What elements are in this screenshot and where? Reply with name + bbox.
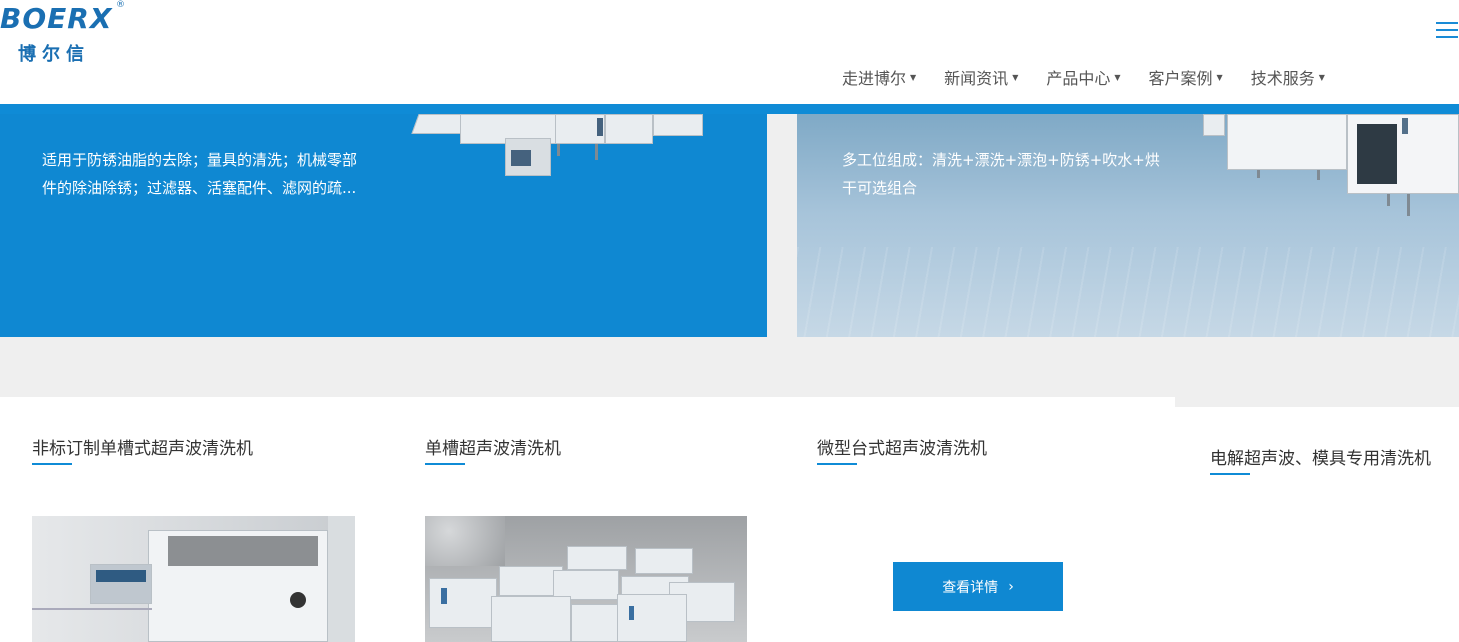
hamburger-menu-icon[interactable] xyxy=(1436,20,1459,40)
caret-down-icon: ▼ xyxy=(1012,72,1019,82)
caret-down-icon: ▼ xyxy=(1318,72,1325,82)
nav-item-label: 技术服务 xyxy=(1250,69,1315,88)
view-details-button[interactable]: 查看详情 › xyxy=(893,562,1063,611)
caret-down-icon: ▼ xyxy=(1114,72,1121,82)
view-details-label: 查看详情 xyxy=(942,579,999,596)
nav-item-label: 客户案例 xyxy=(1148,69,1213,88)
panel-right-description-1: 多工位组成：清洗+漂洗+漂泡+防锈+吹水+烘 xyxy=(842,151,1160,169)
nav-item-news[interactable]: 新闻资讯 ▼ xyxy=(944,66,1018,88)
caret-down-icon: ▼ xyxy=(910,72,917,82)
nav-item-cases[interactable]: 客户案例 ▼ xyxy=(1149,66,1223,88)
title-underline xyxy=(32,463,72,465)
hamburger-line xyxy=(1436,22,1458,24)
product-card-4-background xyxy=(1175,407,1459,642)
nav-item-label: 走进博尔 xyxy=(842,69,907,88)
panel-left-description-1: 适用于防锈油脂的去除；量具的清洗；机械零部 xyxy=(42,151,358,169)
feature-panel-right[interactable]: 多工位组成：清洗+漂洗+漂泡+防锈+吹水+烘 干可选组合 xyxy=(797,114,1459,337)
title-underline xyxy=(1210,473,1250,475)
ultrasonic-machines-image xyxy=(405,114,710,184)
logo-english-name: BOERX xyxy=(0,2,113,35)
nav-item-about[interactable]: 走进博尔 ▼ xyxy=(842,66,916,88)
product-title-3[interactable]: 微型台式超声波清洗机 xyxy=(817,434,987,459)
multi-station-machine-image xyxy=(1197,114,1459,224)
panel-right-description-2: 干可选组合 xyxy=(842,179,918,197)
registered-mark: ® xyxy=(116,0,125,10)
product-title-2[interactable]: 单槽超声波清洗机 xyxy=(425,434,561,459)
nav-item-products[interactable]: 产品中心 ▼ xyxy=(1046,66,1120,88)
site-header: BOERX ® 博尔信 走进博尔 ▼ 新闻资讯 ▼ 产品中心 ▼ 客户案例 ▼ … xyxy=(0,0,1459,104)
title-underline xyxy=(817,463,857,465)
title-underline xyxy=(425,463,465,465)
logo-chinese-name: 博尔信 xyxy=(18,44,90,65)
panel-left-description-2: 件的除油除锈；过滤器、活塞配件、滤网的疏... xyxy=(42,179,357,197)
product-image-2[interactable] xyxy=(425,516,747,642)
hamburger-line xyxy=(1436,36,1458,38)
product-title-4[interactable]: 电解超声波、模具专用清洗机 xyxy=(1210,444,1431,469)
feature-panel-left[interactable]: 适用于防锈油脂的去除；量具的清洗；机械零部 件的除油除锈；过滤器、活塞配件、滤网… xyxy=(0,114,767,337)
nav-item-service[interactable]: 技术服务 ▼ xyxy=(1251,66,1325,88)
main-navigation: 走进博尔 ▼ 新闻资讯 ▼ 产品中心 ▼ 客户案例 ▼ 技术服务 ▼ xyxy=(828,66,1339,88)
product-image-1[interactable] xyxy=(32,516,355,642)
nav-item-label: 产品中心 xyxy=(1046,69,1111,88)
hamburger-line xyxy=(1436,29,1458,31)
caret-down-icon: ▼ xyxy=(1216,72,1223,82)
chevron-right-icon: › xyxy=(1008,578,1014,595)
product-title-1[interactable]: 非标订制单槽式超声波清洗机 xyxy=(32,434,253,459)
brand-logo[interactable]: BOERX ® 博尔信 xyxy=(0,0,130,70)
nav-item-label: 新闻资讯 xyxy=(944,69,1009,88)
header-accent-bar xyxy=(0,104,1459,114)
